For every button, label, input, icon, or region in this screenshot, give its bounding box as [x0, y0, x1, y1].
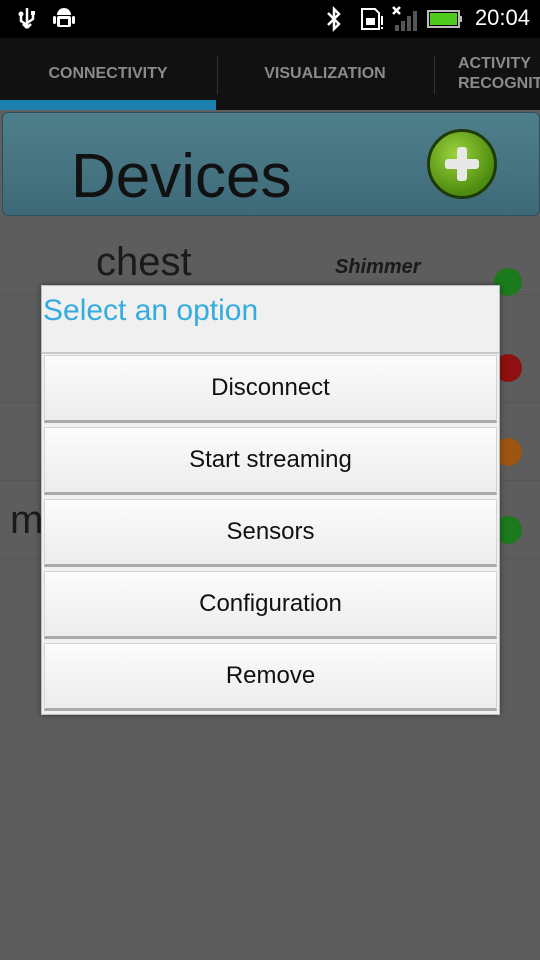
- dialog-title: Select an option: [43, 294, 259, 327]
- remove-button[interactable]: Remove: [44, 643, 497, 711]
- start-streaming-button[interactable]: Start streaming: [44, 427, 497, 495]
- plus-icon: [445, 147, 479, 181]
- configuration-button[interactable]: Configuration: [44, 571, 497, 639]
- sensors-button[interactable]: Sensors: [44, 499, 497, 567]
- clock: 20:04: [474, 5, 530, 30]
- tab-divider: [434, 56, 435, 94]
- page-title: Devices: [71, 142, 292, 211]
- usb-icon: [14, 6, 40, 32]
- device-name: m: [10, 498, 44, 542]
- tab-visualization[interactable]: VISUALIZATION: [218, 38, 432, 110]
- android-debug-icon: [50, 6, 78, 32]
- tab-activity-recognition[interactable]: ACTIVITY RECOGNIT: [436, 38, 540, 110]
- selected-tab-indicator: [0, 100, 216, 110]
- tab-label: CONNECTIVITY: [48, 65, 168, 82]
- signal-icon: [390, 6, 424, 32]
- disconnect-button[interactable]: Disconnect: [44, 355, 497, 423]
- bluetooth-icon: [322, 6, 346, 32]
- battery-icon: [426, 6, 464, 32]
- list-item[interactable]: chest Shimmer: [0, 216, 540, 296]
- device-name: chest: [96, 240, 192, 284]
- options-dialog: Select an option Disconnect Start stream…: [41, 285, 500, 715]
- add-device-button[interactable]: [427, 129, 497, 199]
- sd-card-icon: [357, 6, 385, 32]
- tab-label: VISUALIZATION: [264, 65, 386, 82]
- status-bar: 20:04: [0, 0, 540, 38]
- devices-header: Devices: [2, 112, 540, 216]
- tab-label: ACTIVITY RECOGNIT: [458, 55, 540, 92]
- device-type: Shimmer: [335, 256, 421, 278]
- dialog-divider: [42, 352, 499, 354]
